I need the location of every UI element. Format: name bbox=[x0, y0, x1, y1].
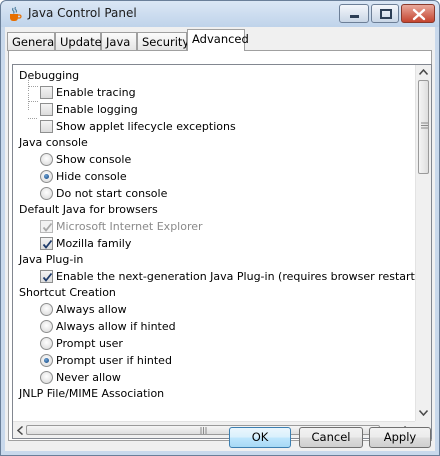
check-icon bbox=[42, 239, 53, 249]
java-control-panel-window: Java Control Panel General Update Java S… bbox=[0, 0, 440, 456]
java-cup-icon bbox=[7, 6, 23, 22]
radio-button[interactable] bbox=[40, 170, 53, 183]
checkbox-box[interactable] bbox=[40, 103, 53, 116]
grip-icon bbox=[200, 427, 207, 434]
radio-button[interactable] bbox=[40, 303, 53, 316]
checkbox-label: Microsoft Internet Explorer bbox=[56, 220, 203, 233]
close-window-button[interactable] bbox=[401, 4, 435, 23]
radio-button[interactable] bbox=[40, 371, 53, 384]
radio-button[interactable] bbox=[40, 153, 53, 166]
maximize-icon bbox=[380, 9, 392, 19]
radio-button[interactable] bbox=[40, 187, 53, 200]
section-java-console: Java console bbox=[19, 136, 88, 149]
section-java-plugin: Java Plug-in bbox=[19, 253, 84, 266]
tab-label: General bbox=[12, 35, 58, 49]
radio-label: Always allow bbox=[56, 303, 127, 316]
tab-java[interactable]: Java bbox=[101, 32, 137, 51]
dialog-client-area: General Update Java Security Advanced De… bbox=[5, 27, 435, 451]
checkbox-label: Mozilla family bbox=[56, 237, 132, 250]
tab-general[interactable]: General bbox=[7, 32, 58, 51]
cancel-button[interactable]: Cancel bbox=[299, 427, 363, 448]
radio-label: Prompt user bbox=[56, 337, 123, 350]
grip-icon bbox=[421, 122, 428, 129]
radio-label: Never allow bbox=[56, 371, 121, 384]
minimize-icon bbox=[350, 15, 359, 18]
checkbox-box[interactable] bbox=[40, 86, 53, 99]
scroll-up-arrow-icon[interactable] bbox=[419, 69, 428, 75]
checkbox-label: Enable the next-generation Java Plug-in … bbox=[56, 270, 415, 283]
title-bar[interactable]: Java Control Panel bbox=[1, 1, 439, 27]
radio-label: Do not start console bbox=[56, 187, 168, 200]
radio-selected-dot bbox=[44, 174, 49, 179]
tree-connector bbox=[28, 110, 40, 127]
settings-tree: Debugging Enable tracing Enable logging … bbox=[13, 65, 415, 421]
tab-update[interactable]: Update bbox=[55, 32, 102, 51]
radio-selected-dot bbox=[44, 358, 49, 363]
tab-label: Update bbox=[60, 35, 102, 49]
tab-label: Security bbox=[142, 35, 190, 49]
tab-label: Advanced bbox=[192, 32, 249, 46]
window-title: Java Control Panel bbox=[28, 6, 137, 20]
section-default-java-browsers: Default Java for browsers bbox=[19, 203, 158, 216]
checkbox-box[interactable] bbox=[40, 120, 53, 133]
tree-connector bbox=[28, 93, 40, 110]
scroll-down-arrow-icon[interactable] bbox=[419, 410, 428, 416]
check-icon bbox=[42, 222, 53, 232]
radio-label: Show console bbox=[56, 153, 132, 166]
tab-security[interactable]: Security bbox=[137, 32, 190, 51]
radio-button[interactable] bbox=[40, 354, 53, 367]
maximize-button[interactable] bbox=[371, 4, 399, 23]
vertical-scrollbar[interactable] bbox=[415, 65, 431, 421]
tab-label: Java bbox=[106, 35, 131, 49]
check-icon bbox=[42, 272, 53, 282]
close-icon bbox=[412, 8, 426, 21]
radio-label: Always allow if hinted bbox=[56, 320, 176, 333]
ok-button[interactable]: OK bbox=[229, 427, 291, 448]
radio-button[interactable] bbox=[40, 320, 53, 333]
checkbox-box bbox=[40, 220, 53, 233]
radio-button[interactable] bbox=[40, 337, 53, 350]
tab-advanced[interactable]: Advanced bbox=[187, 29, 249, 51]
radio-label: Prompt user if hinted bbox=[56, 354, 172, 367]
checkbox-label: Show applet lifecycle exceptions bbox=[56, 120, 236, 133]
checkbox-label: Enable tracing bbox=[56, 86, 136, 99]
tree-connector bbox=[28, 78, 40, 91]
settings-tree-scrollpane[interactable]: Debugging Enable tracing Enable logging … bbox=[12, 64, 432, 439]
radio-label: Hide console bbox=[56, 170, 127, 183]
section-jnlp-mime-association: JNLP File/MIME Association bbox=[19, 387, 165, 400]
section-shortcut-creation: Shortcut Creation bbox=[19, 286, 116, 299]
checkbox-label: Enable logging bbox=[56, 103, 138, 116]
checkbox-box[interactable] bbox=[40, 237, 53, 250]
checkbox-box[interactable] bbox=[40, 270, 53, 283]
vertical-scroll-thumb[interactable] bbox=[418, 80, 429, 174]
minimize-button[interactable] bbox=[339, 4, 369, 23]
scroll-left-arrow-icon[interactable] bbox=[17, 426, 23, 435]
apply-button[interactable]: Apply bbox=[369, 427, 431, 448]
